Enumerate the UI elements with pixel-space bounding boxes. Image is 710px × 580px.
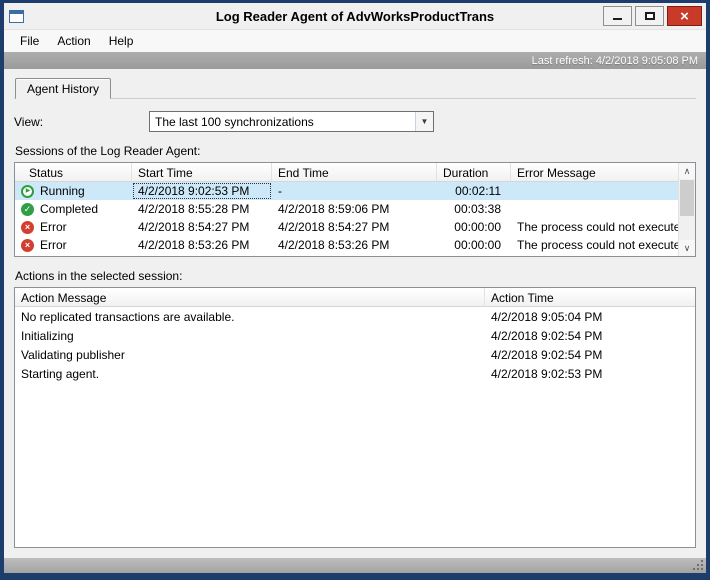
column-header-action-message[interactable]: Action Message [15,288,485,306]
action-time-cell: 4/2/2018 9:02:53 PM [491,366,603,381]
sessions-header-row: Status Start Time End Time Duration Erro… [15,163,678,182]
scrollbar-track[interactable] [679,179,695,240]
actions-header-row: Action Message Action Time [15,288,695,307]
close-icon: × [680,7,689,25]
menu-bar: File Action Help [4,30,706,52]
start-time-cell: 4/2/2018 8:54:27 PM [138,220,250,234]
maximize-button[interactable] [635,6,664,26]
end-time-cell: 4/2/2018 8:59:06 PM [278,202,390,216]
tab-label: Agent History [27,81,100,96]
window-controls: × [603,6,702,26]
table-row[interactable]: × Error 4/2/2018 8:54:27 PM 4/2/2018 8:5… [15,218,678,236]
column-header-status[interactable]: Status [15,163,132,181]
end-time-cell: 4/2/2018 8:54:27 PM [278,220,390,234]
table-row[interactable]: Validating publisher 4/2/2018 9:02:54 PM [15,345,695,364]
table-row[interactable]: No replicated transactions are available… [15,307,695,326]
application-window-icon [9,9,24,23]
status-text: Completed [40,202,99,216]
sessions-table-main: Status Start Time End Time Duration Erro… [15,163,678,256]
close-button[interactable]: × [667,6,702,26]
sessions-caption: Sessions of the Log Reader Agent: [15,144,201,158]
action-message-cell: Initializing [21,328,74,343]
action-message-cell: Validating publisher [21,347,125,362]
minimize-icon [613,18,622,20]
action-time-cell: 4/2/2018 9:02:54 PM [491,347,603,362]
view-label: View: [14,114,44,129]
menu-help[interactable]: Help [100,30,143,52]
start-time-cell: 4/2/2018 8:53:26 PM [138,238,250,252]
actions-table-empty-area [15,383,695,547]
actions-caption: Actions in the selected session: [15,269,183,283]
minimize-button[interactable] [603,6,632,26]
table-row[interactable]: ▶ Running 4/2/2018 9:02:53 PM - 00:02:11 [15,182,678,200]
action-message-cell: No replicated transactions are available… [21,309,235,324]
vertical-scrollbar[interactable]: ∧ ∨ [678,163,695,256]
scroll-up-icon[interactable]: ∧ [679,163,695,179]
column-header-action-time[interactable]: Action Time [485,288,695,306]
error-icon: × [21,238,34,252]
status-cell: × Error [15,218,132,236]
end-time-cell: 4/2/2018 8:53:26 PM [278,238,390,252]
table-row[interactable]: ✓ Completed 4/2/2018 8:55:28 PM 4/2/2018… [15,200,678,218]
status-text: Error [40,238,67,252]
view-select-value: The last 100 synchronizations [155,115,314,129]
action-time-cell: 4/2/2018 9:02:54 PM [491,328,603,343]
column-header-error-message[interactable]: Error Message [511,163,678,181]
menu-action[interactable]: Action [48,30,99,52]
running-icon: ▶ [21,184,34,198]
action-message-cell: Starting agent. [21,366,100,381]
maximize-icon [644,12,655,20]
window-frame: Log Reader Agent of AdvWorksProductTrans… [0,0,710,580]
last-refresh-strip: Last refresh: 4/2/2018 9:05:08 PM [4,52,706,69]
table-row[interactable]: × Error 4/2/2018 8:53:26 PM 4/2/2018 8:5… [15,236,678,254]
status-cell: ✓ Completed [15,200,132,218]
start-time-cell: 4/2/2018 8:55:28 PM [138,202,250,216]
duration-cell: 00:00:00 [454,238,501,252]
column-header-start-time[interactable]: Start Time [132,163,272,181]
window-title: Log Reader Agent of AdvWorksProductTrans [215,8,495,24]
scroll-down-icon[interactable]: ∨ [679,240,695,256]
duration-cell: 00:03:38 [454,202,501,216]
tab-strip: Agent History [14,77,696,99]
completed-icon: ✓ [21,202,34,216]
title-bar: Log Reader Agent of AdvWorksProductTrans… [4,3,706,30]
resize-grip[interactable] [692,559,705,572]
last-refresh-text: Last refresh: 4/2/2018 9:05:08 PM [531,54,698,67]
status-text: Running [40,184,85,198]
main-panel: Agent History View: The last 100 synchro… [4,69,706,558]
table-row[interactable]: Starting agent. 4/2/2018 9:02:53 PM [15,364,695,383]
sessions-table: Status Start Time End Time Duration Erro… [14,162,696,257]
error-message-cell: The process could not execute '... [517,220,678,234]
column-header-duration[interactable]: Duration [437,163,511,181]
tab-agent-history[interactable]: Agent History [15,78,112,99]
view-row: View: The last 100 synchronizations ▼ [14,111,696,132]
end-time-cell: - [278,184,282,198]
actions-table: Action Message Action Time No replicated… [14,287,696,548]
menu-file[interactable]: File [11,30,48,52]
status-bar [4,558,706,573]
status-cell: ▶ Running [15,182,132,200]
column-header-end-time[interactable]: End Time [272,163,437,181]
scrollbar-thumb[interactable] [680,180,694,216]
duration-cell: 00:02:11 [455,184,501,198]
error-message-cell [511,182,678,200]
status-cell: × Error [15,236,132,254]
view-select[interactable]: The last 100 synchronizations ▼ [149,111,434,132]
error-message-cell [511,200,678,218]
error-icon: × [21,220,34,234]
actions-table-main: Action Message Action Time No replicated… [15,288,695,547]
status-text: Error [40,220,67,234]
action-time-cell: 4/2/2018 9:05:04 PM [491,309,603,324]
start-time-cell: 4/2/2018 9:02:53 PM [132,182,272,200]
table-row[interactable]: Initializing 4/2/2018 9:02:54 PM [15,326,695,345]
sessions-table-empty-area [15,254,678,256]
error-message-cell: The process could not execute '... [517,238,678,252]
duration-cell: 00:00:00 [454,220,501,234]
chevron-down-icon[interactable]: ▼ [415,112,433,131]
